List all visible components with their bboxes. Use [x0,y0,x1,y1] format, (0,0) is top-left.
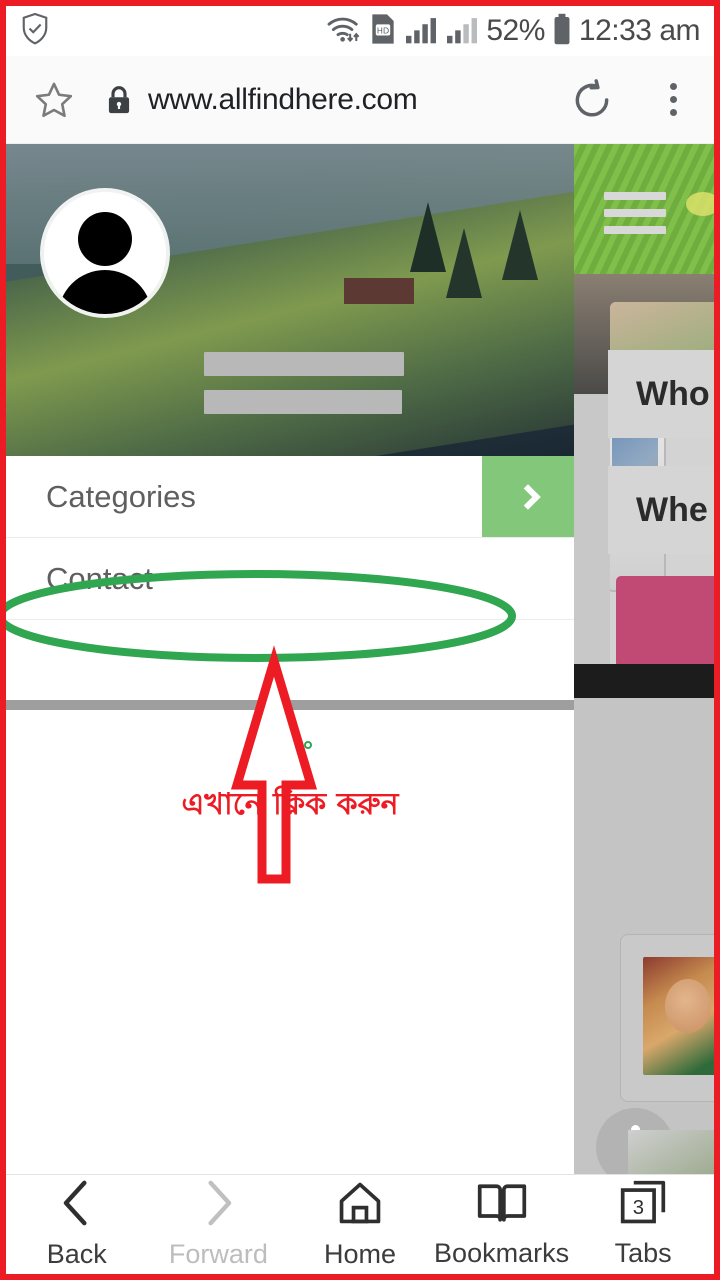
drawer-item-label: Contact [46,560,153,596]
drawer-item-label: Categories [46,478,196,514]
site-panel-who[interactable]: Who [608,350,714,438]
nav-forward-button[interactable]: Forward [148,1179,290,1270]
status-bar: HD 52% 12:33 am [6,6,714,56]
header-tree [410,202,446,272]
hamburger-menu-icon[interactable] [604,192,666,243]
drawer-item-categories[interactable]: Categories [6,456,574,538]
navigation-drawer: SIGN IN SUBMIT YOUR BUSINESS Categories … [6,144,574,1174]
svg-text:HD: HD [377,25,390,35]
nav-back-button[interactable]: Back [6,1179,148,1270]
lock-icon [106,85,132,115]
bookmarks-icon [476,1180,528,1231]
overflow-menu-icon[interactable] [658,83,688,116]
page-viewport: Who Whe Categories Contact এখানে ক্লিক ক… [6,144,714,1174]
header-tree [446,228,482,298]
site-pink-block[interactable] [616,576,714,668]
signal-bars-weak-icon [445,14,479,49]
shield-check-icon [20,12,50,51]
site-hero-image [574,144,714,274]
nav-label: Home [323,1239,396,1269]
star-outline-icon[interactable] [32,79,76,121]
annotation-caption: এখানে ক্লিক করুন [181,787,399,822]
chevron-right-icon [196,1179,240,1232]
site-lower-photo [628,1130,714,1174]
drawer-item-contact[interactable]: Contact [6,538,574,620]
nav-home-button[interactable]: Home [289,1179,431,1270]
battery-icon [552,13,572,50]
user-name-placeholder [204,352,404,428]
phone-screenshot: HD 52% 12:33 am www.allfindhere.com Who … [0,0,720,1280]
battery-percent: 52% [486,14,545,47]
drawer-scroll-divider [6,700,574,710]
header-house [344,278,414,304]
home-icon [336,1179,384,1232]
reload-icon[interactable] [570,78,614,122]
wifi-transfer-icon [326,14,362,49]
site-listing-photo [643,957,714,1075]
tabs-icon: 3 [619,1180,667,1231]
nav-label: Back [46,1239,107,1269]
nav-tabs-button[interactable]: 3 Tabs [572,1180,714,1269]
header-tree [502,210,538,280]
drawer-header: SIGN IN [6,144,574,456]
browser-bottom-nav: Back Forward Home Bookmarks 3 Tabs [6,1174,714,1274]
nav-bookmarks-button[interactable]: Bookmarks [431,1180,573,1269]
tab-count: 3 [633,1197,644,1219]
underlying-website: Who Whe [574,144,714,1174]
site-panel-whe[interactable]: Whe [608,466,714,554]
browser-address-bar[interactable]: www.allfindhere.com [6,56,714,144]
nav-label: Forward [168,1239,268,1269]
nav-label: Bookmarks [434,1238,570,1268]
sim-hd-icon: HD [369,13,397,50]
clock: 12:33 am [578,14,701,47]
site-dark-strip [574,664,714,698]
avatar[interactable] [44,192,166,314]
site-listing-card[interactable] [620,934,714,1102]
signal-bars-icon [404,14,438,49]
chevron-right-icon[interactable] [482,456,574,537]
chevron-left-icon [55,1179,99,1232]
site-lower-section [574,698,714,1174]
url-text[interactable]: www.allfindhere.com [148,83,418,117]
nav-label: Tabs [614,1238,672,1268]
